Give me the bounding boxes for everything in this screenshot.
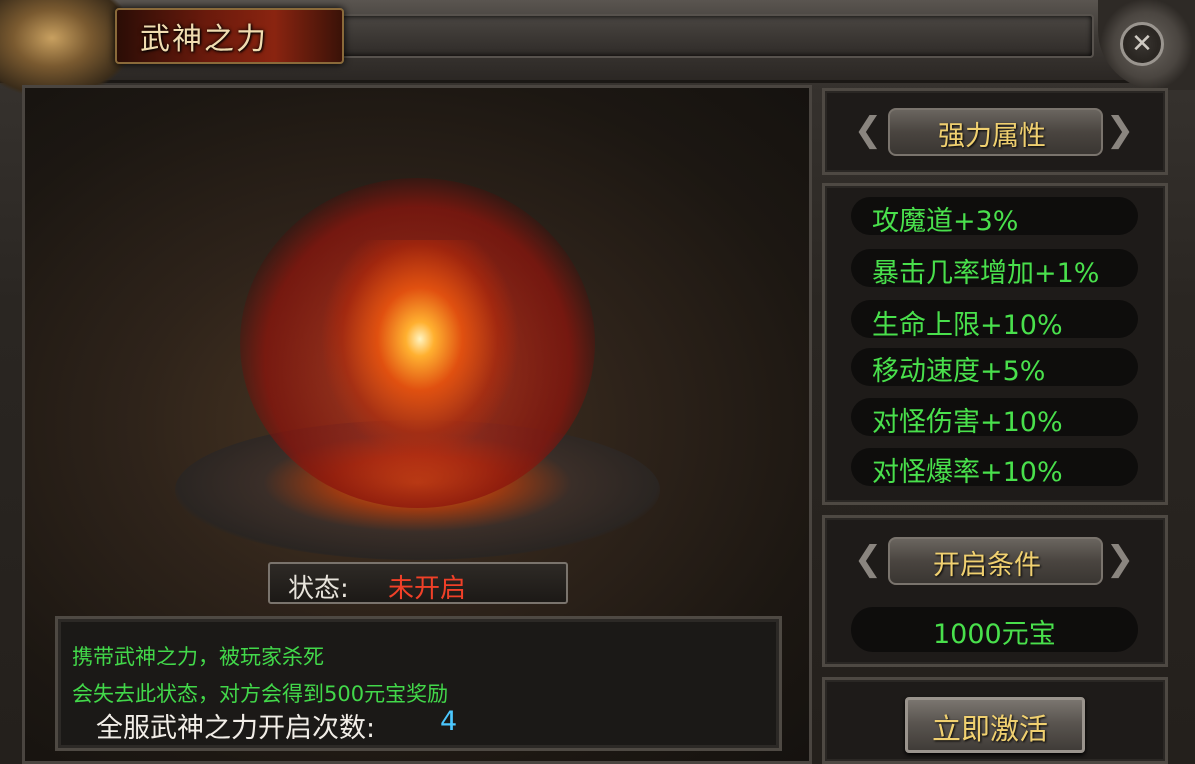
dragon-ornament-icon [0, 0, 130, 95]
server-open-count-value: 4 [440, 706, 458, 737]
attribute-item: 对怪爆率+10% [872, 457, 1063, 488]
status-value: 未开启 [388, 574, 467, 604]
attribute-item: 攻魔道+3% [872, 206, 1019, 237]
left-wing-ornament-icon: ❮ [853, 110, 883, 150]
flaming-warrior-image [320, 240, 520, 460]
attribute-item: 移动速度+5% [872, 356, 1046, 387]
close-icon: ✕ [1120, 22, 1164, 66]
title-bar-rail [330, 14, 1094, 58]
window-title: 武神之力 [140, 22, 268, 57]
status-label: 状态: [288, 574, 349, 604]
right-wing-ornament-icon: ❯ [1105, 110, 1135, 150]
activate-button[interactable] [905, 697, 1085, 753]
description-line-1: 携带武神之力，被玩家杀死 [72, 645, 324, 669]
activation-cost: 1000元宝 [933, 619, 1056, 650]
left-wing-ornament-icon: ❮ [853, 539, 883, 579]
server-open-count-label: 全服武神之力开启次数: [96, 713, 376, 744]
attribute-item: 对怪伤害+10% [872, 407, 1063, 438]
attribute-item: 暴击几率增加+1% [872, 258, 1100, 289]
condition-header: 开启条件 [933, 550, 1041, 581]
right-wing-ornament-icon: ❯ [1105, 539, 1135, 579]
attributes-header: 强力属性 [938, 121, 1046, 152]
attribute-item: 生命上限+10% [872, 310, 1063, 341]
description-line-2: 会失去此状态，对方会得到500元宝奖励 [72, 682, 449, 706]
